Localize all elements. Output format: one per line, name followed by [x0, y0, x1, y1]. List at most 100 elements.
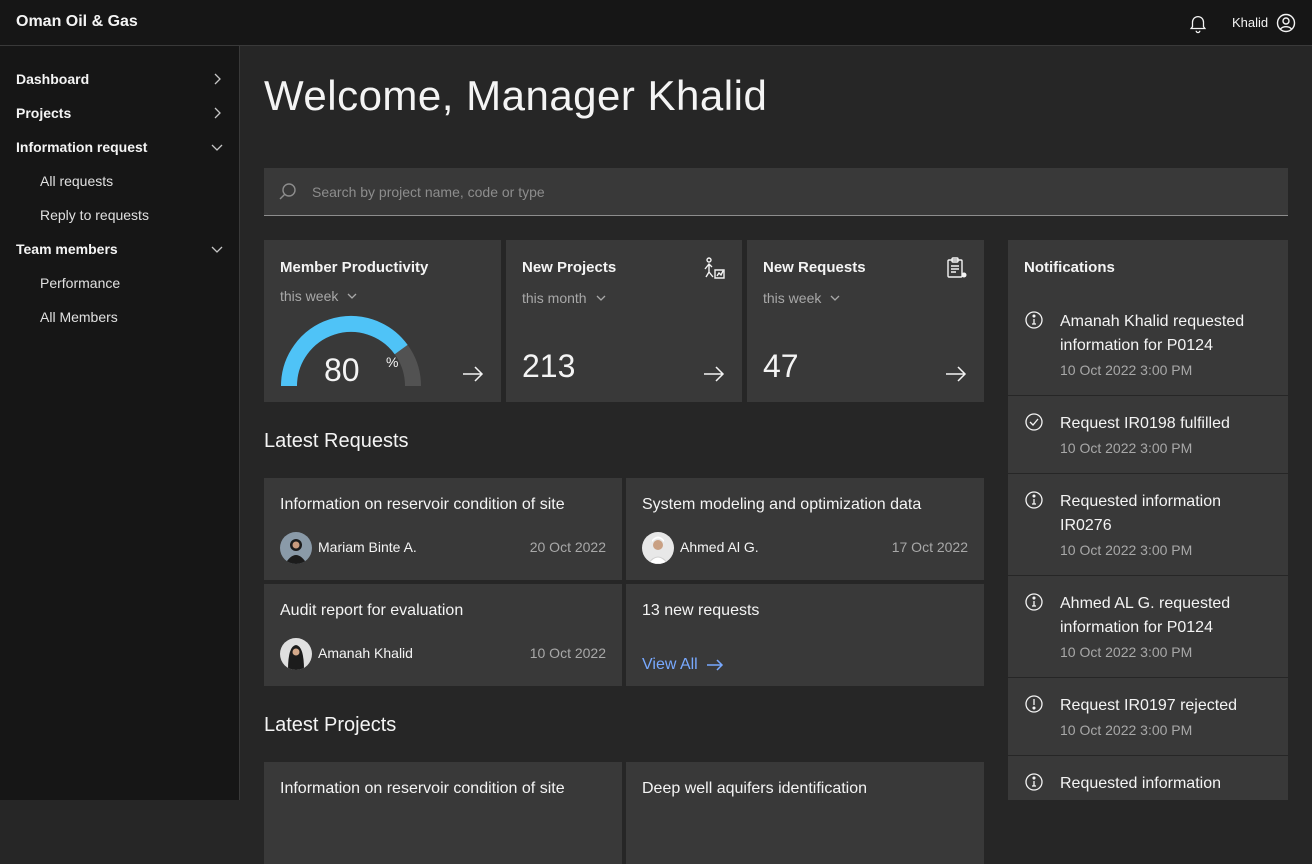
avatar [280, 638, 312, 670]
new-requests-count: 47 [763, 348, 799, 384]
page-title: Welcome, Manager Khalid [264, 72, 768, 119]
nav-sub-reply-to-requests[interactable]: Reply to requests [40, 207, 149, 223]
notification-text: Requested information [1060, 775, 1221, 792]
tile-title: New Requests [763, 259, 866, 276]
tile-new-projects[interactable]: New Projects this month 213 [506, 240, 742, 402]
request-author: Ahmed Al G. [680, 539, 759, 555]
notification-text: Amanah Khalid requested information for … [1060, 313, 1245, 354]
chevron-down-icon [211, 144, 223, 151]
nav-item-label: Dashboard [16, 71, 90, 87]
period-label: this week [763, 290, 822, 306]
chevron-right-icon [214, 73, 221, 85]
chevron-down-icon [830, 295, 840, 301]
tile-member-productivity[interactable]: Member Productivity this week 80 % [264, 240, 501, 402]
user-avatar-icon[interactable] [1276, 13, 1296, 33]
productivity-unit: % [386, 354, 399, 370]
notification-time: 10 Oct 2022 3:00 PM [1060, 722, 1193, 738]
latest-projects-title: Latest Projects [264, 714, 397, 736]
request-date: 10 Oct 2022 [529, 645, 606, 661]
notification-text: Ahmed AL G. requested information for P0… [1060, 595, 1231, 636]
period-dropdown[interactable]: this week [280, 288, 358, 304]
notification-item[interactable]: Amanah Khalid requested information for … [1008, 296, 1288, 396]
project-card[interactable]: Deep well aquifers identification [626, 762, 984, 864]
clipboard-icon [947, 257, 967, 278]
nav-item-team-members[interactable]: Team members [16, 237, 224, 261]
latest-requests-title: Latest Requests [264, 430, 409, 452]
notification-time: 10 Oct 2022 3:00 PM [1060, 644, 1193, 660]
notification-text: Requested information IR0276 [1060, 493, 1221, 534]
view-all-link[interactable]: View All [642, 656, 724, 674]
arrow-right-icon[interactable] [461, 362, 485, 386]
new-requests-summary: 13 new requests [642, 602, 760, 619]
notification-item[interactable]: Request IR0198 fulfilled 10 Oct 2022 3:0… [1008, 396, 1288, 474]
period-label: this week [280, 288, 339, 304]
notifications-panel: Notifications Amanah Khalid requested in… [1008, 240, 1288, 800]
nav-item-label: Team members [16, 241, 118, 257]
warning-icon [1025, 695, 1043, 713]
checkmark-icon [1025, 413, 1043, 431]
chevron-right-icon [214, 107, 221, 119]
request-author: Amanah Khalid [318, 645, 413, 661]
notification-time: 10 Oct 2022 3:00 PM [1060, 440, 1193, 456]
request-author: Mariam Binte A. [318, 539, 417, 555]
top-header: Oman Oil & Gas Khalid [0, 0, 1312, 46]
nav-item-information-request[interactable]: Information request [16, 135, 224, 159]
notification-text: Request IR0197 rejected [1060, 697, 1237, 714]
notification-time: 10 Oct 2022 3:00 PM [1060, 362, 1193, 378]
notification-time: 10 Oct 2022 3:00 PM [1060, 542, 1193, 558]
project-title: Information on reservoir condition of si… [280, 780, 565, 797]
new-requests-card[interactable]: 13 new requests View All [626, 584, 984, 686]
main-content: Welcome, Manager Khalid Member Productiv… [240, 46, 1312, 864]
request-title: Audit report for evaluation [280, 602, 464, 619]
request-date: 17 Oct 2022 [891, 539, 968, 555]
nav-item-label: Projects [16, 105, 72, 121]
tile-new-requests[interactable]: New Requests this week 47 [747, 240, 984, 402]
brand-name[interactable]: Oman Oil & Gas [16, 13, 138, 31]
side-navigation: Dashboard Projects Information request A… [0, 46, 240, 800]
project-title: Deep well aquifers identification [642, 780, 868, 797]
notification-item[interactable]: Ahmed AL G. requested information for P0… [1008, 576, 1288, 678]
worker-chart-icon [704, 257, 725, 279]
bell-icon[interactable] [1186, 12, 1210, 34]
notification-item[interactable]: Request IR0197 rejected 10 Oct 2022 3:00… [1008, 678, 1288, 756]
search-bar[interactable] [264, 168, 1288, 216]
nav-item-projects[interactable]: Projects [16, 101, 224, 125]
arrow-right-icon[interactable] [702, 362, 726, 386]
avatar [642, 532, 674, 564]
notification-item[interactable]: Requested information IR0276 10 Oct 2022… [1008, 474, 1288, 576]
info-icon [1025, 311, 1043, 329]
view-all-label: View All [642, 656, 698, 673]
arrow-right-icon[interactable] [944, 362, 968, 386]
arrow-right-icon [706, 659, 723, 671]
request-title: Information on reservoir condition of si… [280, 496, 565, 513]
chevron-down-icon [211, 246, 223, 253]
chevron-down-icon [347, 293, 357, 299]
avatar [280, 532, 312, 564]
info-icon [1025, 593, 1043, 611]
request-title: System modeling and optimization data [642, 496, 922, 513]
period-dropdown[interactable]: this week [763, 290, 841, 306]
notification-item[interactable]: Requested information [1008, 756, 1288, 800]
request-card[interactable]: Audit report for evaluation Amanah Khali… [264, 584, 622, 686]
period-dropdown[interactable]: this month [522, 290, 607, 306]
nav-sub-performance[interactable]: Performance [40, 275, 120, 291]
tile-title: New Projects [522, 259, 617, 276]
tile-title: Member Productivity [280, 259, 429, 276]
new-projects-count: 213 [522, 348, 576, 384]
search-input[interactable] [312, 168, 1272, 215]
nav-sub-all-members[interactable]: All Members [40, 309, 118, 325]
nav-item-label: Information request [16, 139, 148, 155]
productivity-value: 80 [324, 352, 360, 388]
chevron-down-icon [596, 295, 606, 301]
request-card[interactable]: System modeling and optimization data Ah… [626, 478, 984, 580]
nav-item-dashboard[interactable]: Dashboard [16, 67, 224, 91]
period-label: this month [522, 290, 587, 306]
project-card[interactable]: Information on reservoir condition of si… [264, 762, 622, 864]
info-icon [1025, 773, 1043, 791]
notification-text: Request IR0198 fulfilled [1060, 415, 1230, 432]
nav-sub-all-requests[interactable]: All requests [40, 173, 113, 189]
request-date: 20 Oct 2022 [529, 539, 606, 555]
user-name[interactable]: Khalid [1232, 15, 1268, 30]
request-card[interactable]: Information on reservoir condition of si… [264, 478, 622, 580]
gauge-track [394, 344, 421, 386]
